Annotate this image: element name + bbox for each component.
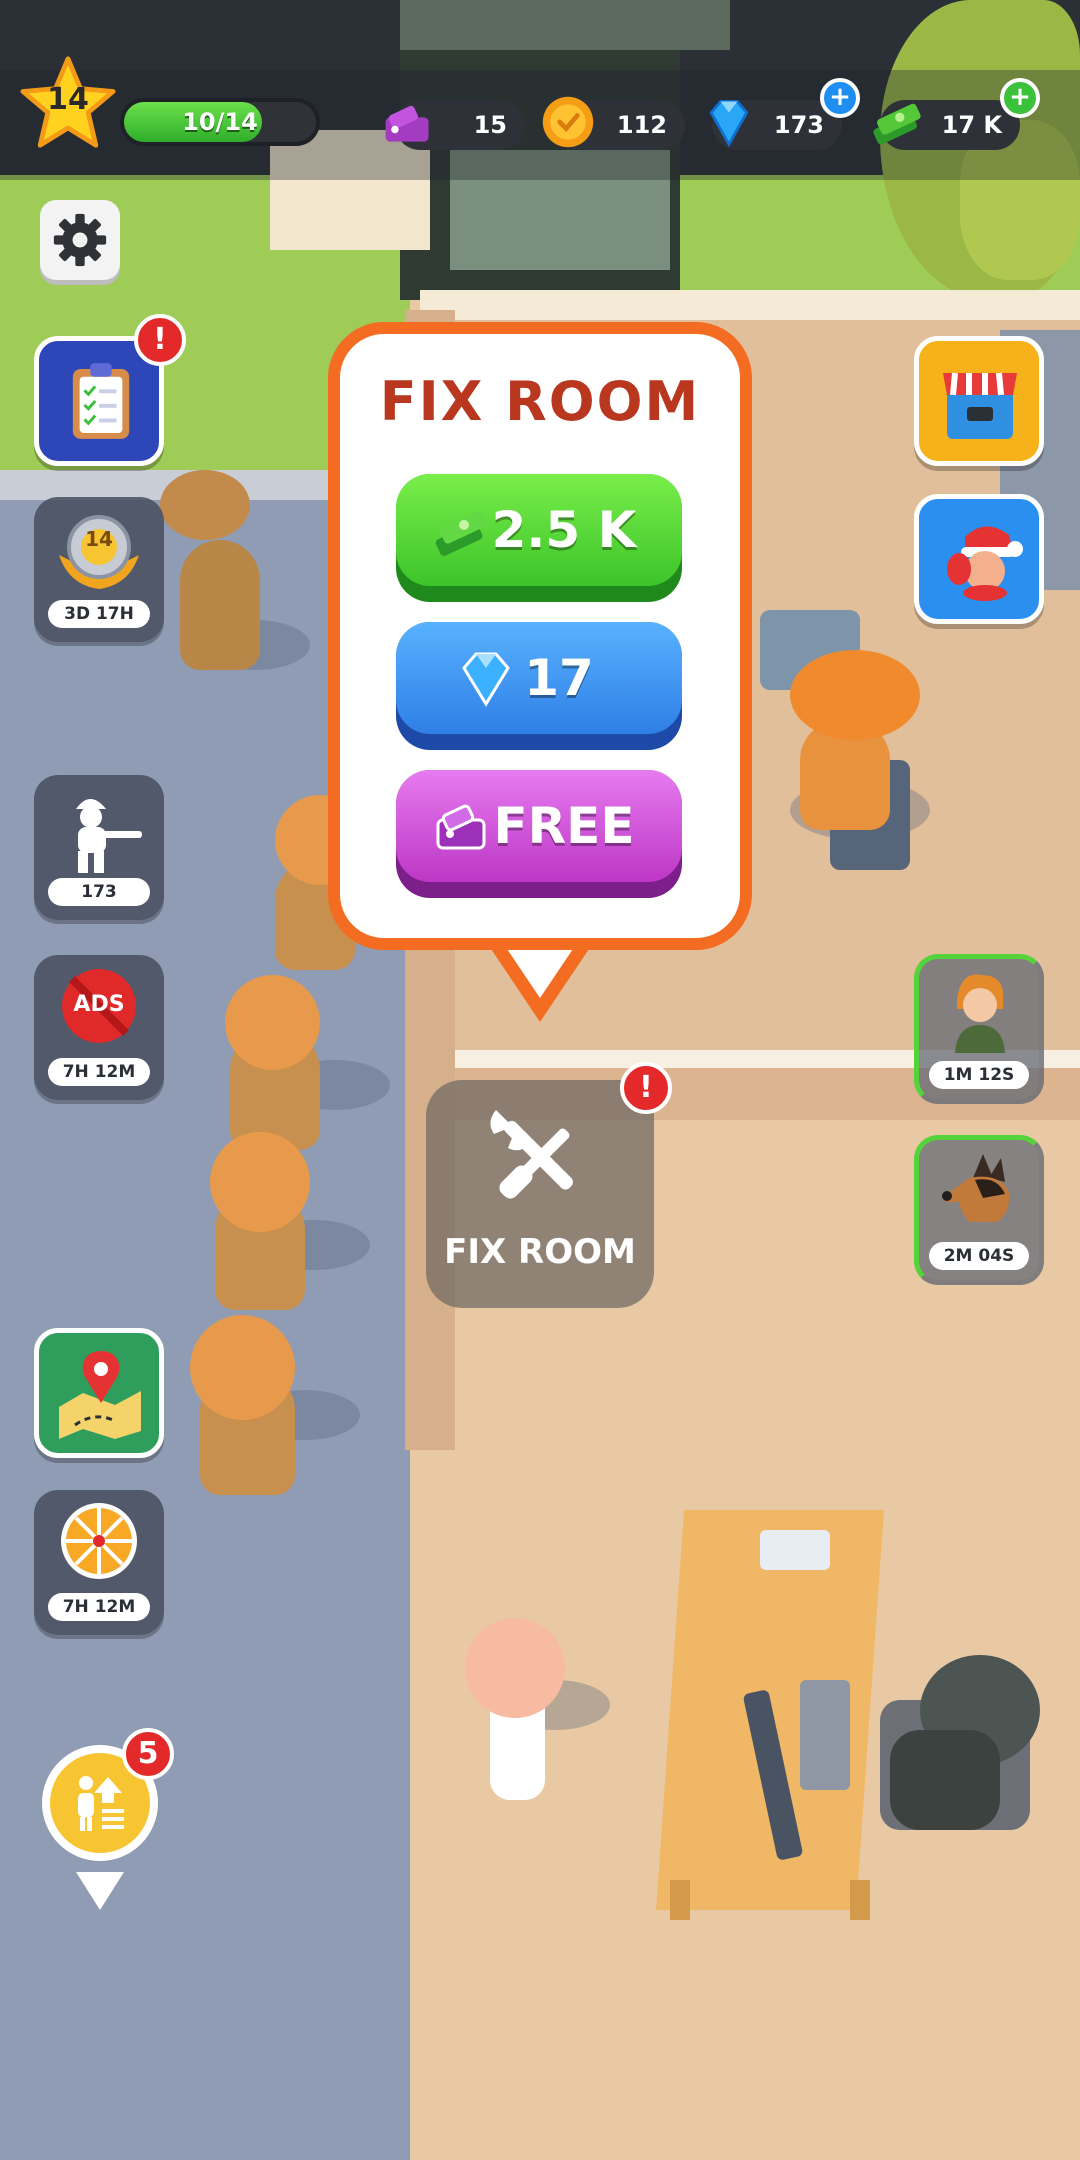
event-level: 14 — [85, 527, 113, 551]
keyboard — [800, 1680, 850, 1790]
soldiers-button[interactable]: 173 — [34, 775, 164, 920]
soldier-body — [180, 540, 260, 670]
popup-tail — [485, 940, 595, 1022]
shop-button[interactable] — [914, 336, 1044, 466]
soldier-hat — [160, 470, 250, 540]
chevron-down-icon[interactable] — [76, 1872, 124, 1910]
upgrade-icon — [78, 1776, 124, 1831]
xp-bar: 10/14 — [120, 98, 320, 146]
gear-icon — [53, 213, 107, 267]
free-repair-button[interactable]: FREE — [396, 770, 682, 898]
soldier-head — [190, 1315, 295, 1420]
event-button[interactable]: 14 3D 17H — [34, 497, 164, 642]
recruit-timer-card[interactable]: 1M 12S — [914, 954, 1044, 1104]
wheel-icon — [61, 1503, 137, 1579]
recruit-timer: 1M 12S — [929, 1061, 1029, 1089]
ads-timer: 7H 12M — [48, 1058, 150, 1086]
dog-timer-card[interactable]: 2M 04S — [914, 1135, 1044, 1285]
free-label: FREE — [493, 797, 635, 855]
shop-icon — [943, 372, 1017, 439]
fix-room-label: FIX ROOM — [444, 1232, 636, 1272]
settings-button[interactable] — [40, 200, 120, 280]
ads-label: ADS — [73, 992, 125, 1017]
clipboard-icon — [72, 363, 130, 439]
soldier-head — [210, 1132, 310, 1232]
soldier-head — [225, 975, 320, 1070]
wrench-screwdriver-icon — [490, 1110, 573, 1199]
add-cash-button[interactable]: + — [1000, 78, 1040, 118]
recruit-icon — [955, 974, 1005, 1053]
desk-leg — [850, 1880, 870, 1920]
wheel-button[interactable]: 7H 12M — [34, 1490, 164, 1635]
gem-price: 17 — [524, 649, 594, 707]
ticket-icon — [385, 105, 429, 142]
ads-button[interactable]: ADS 7H 12M — [34, 955, 164, 1100]
santa-offer-button[interactable] — [914, 494, 1044, 624]
pay-gems-button[interactable]: 17 — [396, 622, 682, 750]
officer-hat — [790, 650, 920, 740]
map-icon — [59, 1351, 141, 1439]
add-gems-button[interactable]: + — [820, 78, 860, 118]
coin-icon — [542, 96, 594, 148]
guard-body — [890, 1730, 1000, 1830]
upgrade-badge: 5 — [122, 1728, 174, 1780]
dog-icon — [942, 1154, 1010, 1222]
map-button[interactable] — [34, 1328, 164, 1458]
monitor — [760, 1530, 830, 1570]
fix-room-marker[interactable] — [426, 1080, 654, 1308]
player-head — [465, 1618, 565, 1718]
dog-timer: 2M 04S — [929, 1242, 1029, 1270]
player-level: 14 — [47, 82, 89, 117]
wheel-timer: 7H 12M — [48, 1593, 150, 1621]
event-timer: 3D 17H — [48, 600, 150, 628]
soldiers-count: 173 — [48, 878, 150, 906]
soldier-icon — [76, 799, 142, 873]
wall-top — [420, 290, 1080, 320]
fix-room-alert-badge: ! — [620, 1062, 672, 1114]
cash-icon — [873, 103, 921, 145]
pay-cash-button[interactable]: 2.5 K — [396, 474, 682, 602]
santa-icon — [947, 526, 1023, 601]
watch-tower-roof — [400, 0, 730, 50]
cash-price: 2.5 K — [491, 501, 637, 559]
xp-text: 10/14 — [182, 108, 258, 136]
gem-icon — [709, 100, 749, 148]
desk-leg — [670, 1880, 690, 1920]
tasks-alert-badge: ! — [134, 314, 186, 366]
popup-title: FIX ROOM — [379, 370, 701, 433]
